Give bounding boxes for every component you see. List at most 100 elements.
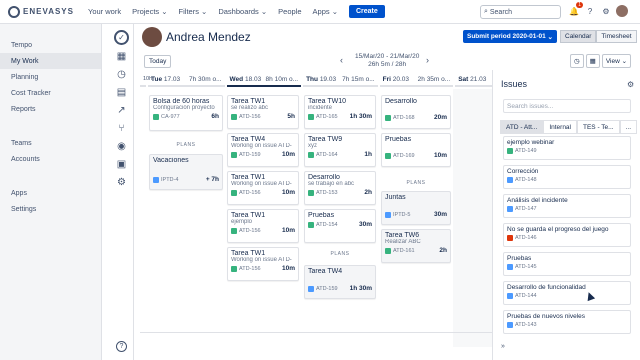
issue-list-item[interactable]: Corrección ATD-148 bbox=[503, 165, 631, 189]
nav-people[interactable]: People bbox=[278, 7, 301, 16]
today-button[interactable]: Today bbox=[144, 55, 172, 68]
worklog-card[interactable]: Desarrollo ATD-168 20m bbox=[381, 95, 451, 129]
sidebar-item-settings[interactable]: Settings bbox=[0, 201, 101, 217]
day-name: Thu bbox=[306, 75, 318, 83]
story-icon bbox=[308, 221, 314, 228]
sidebar-item-cost-tracker[interactable]: Cost Tracker bbox=[0, 85, 101, 101]
notifications-bell-icon[interactable]: 🔔 1 bbox=[568, 2, 583, 17]
issues-settings-gear-icon[interactable]: ⚙ bbox=[627, 80, 634, 89]
sidebar-item-tempo[interactable]: Tempo bbox=[0, 37, 101, 53]
issue-list-item[interactable]: Pruebas ATD-145 bbox=[503, 252, 631, 276]
sidebar-item-reports[interactable]: Reports bbox=[0, 101, 101, 117]
story-icon bbox=[231, 227, 237, 234]
tab-internal[interactable]: Internal bbox=[543, 120, 577, 134]
story-icon bbox=[308, 151, 314, 158]
nav-apps[interactable]: Apps ⌄ bbox=[313, 7, 338, 16]
help-icon[interactable]: ? bbox=[584, 5, 596, 17]
worklog-hours: 30m bbox=[358, 221, 372, 228]
view-dropdown[interactable]: View ⌄ bbox=[601, 54, 632, 68]
worklog-card[interactable]: Tarea TW9 xyz ATD-164 1h bbox=[304, 133, 376, 167]
chart-icon[interactable]: ↗ bbox=[116, 105, 128, 117]
worklog-title: Tarea TW1 bbox=[231, 98, 266, 105]
worklog-card[interactable]: Desarrollo se trabajo en abc ATD-153 2h bbox=[304, 171, 376, 205]
clock-icon[interactable]: ◷ bbox=[116, 69, 128, 81]
issue-list-item[interactable]: Pruebas de nuevos niveles ATD-143 bbox=[503, 310, 631, 334]
period-range: 15/Mar/20 - 21/Mar/20 bbox=[355, 53, 420, 60]
plan-card[interactable]: Tarea TW4 ATD-159 1h 30m bbox=[304, 265, 376, 299]
issue-key: ATD-156 bbox=[239, 227, 261, 234]
calendar-view-button[interactable]: Calendar bbox=[560, 30, 597, 43]
nav-your-work[interactable]: Your work bbox=[88, 7, 121, 16]
prev-week-icon[interactable]: ‹ bbox=[340, 55, 343, 65]
worklog-desc: xyz bbox=[308, 143, 317, 149]
issue-list-item[interactable]: Desarrollo de funcionalidad ATD-144 bbox=[503, 281, 631, 305]
worklog-card[interactable]: Tarea TW4 Working on issue ATD- ATD-159 10m bbox=[227, 133, 299, 167]
issue-list-item[interactable]: No se guarda el progreso del juego ATD-14… bbox=[503, 223, 631, 247]
worklog-card[interactable]: Tarea TW1 Working on issue ATD- ATD-156 10m bbox=[227, 171, 299, 205]
profile-avatar[interactable] bbox=[616, 5, 628, 17]
plan-card[interactable]: Vacaciones IPTD-4 + 7h bbox=[149, 154, 223, 190]
worklog-card[interactable]: Tarea TW1 se realizo abc ATD-156 5h bbox=[227, 95, 299, 129]
top-navigation-bar: ENEVASYS Your work Projects ⌄ Filters ⌄ … bbox=[0, 0, 640, 24]
issue-key: ATD-148 bbox=[515, 177, 537, 183]
worklog-title: Tarea TW10 bbox=[308, 98, 346, 105]
sidebar-item-teams[interactable]: Teams bbox=[0, 135, 101, 151]
worklog-desc: Working on issue ATD- bbox=[231, 143, 292, 149]
report-icon[interactable]: ▤ bbox=[116, 87, 128, 99]
nav-dashboards[interactable]: Dashboards ⌄ bbox=[218, 7, 267, 16]
apps-grid-icon[interactable]: ▣ bbox=[116, 159, 128, 171]
tempo-logo-icon[interactable]: ✓ bbox=[114, 30, 129, 45]
plan-card[interactable]: Tarea TW6 Realizar ABC ATD-161 2h bbox=[381, 229, 451, 263]
tab-more[interactable]: ... bbox=[619, 120, 638, 134]
issues-tabs: ATD - Att... Internal TES - Te... ... bbox=[500, 120, 638, 134]
plan-card[interactable]: Juntas IPTD-5 30m bbox=[381, 191, 451, 225]
worklog-card[interactable]: Pruebas ATD-154 30m bbox=[304, 209, 376, 243]
nav-filters[interactable]: Filters ⌄ bbox=[179, 7, 208, 16]
day-name: Tue bbox=[151, 75, 163, 83]
create-button[interactable]: Create bbox=[348, 5, 385, 18]
help-question-icon[interactable]: ? bbox=[116, 341, 127, 352]
issue-key: ATD-147 bbox=[515, 206, 537, 212]
submit-period-button[interactable]: Submit period 2020-01-01 ⌄ bbox=[463, 30, 557, 43]
worklog-title: Tarea TW9 bbox=[308, 136, 343, 143]
worklog-title: Bolsa de 60 horas bbox=[153, 98, 210, 105]
clock-toggle-icon[interactable]: ◷ bbox=[570, 54, 584, 68]
worklog-card[interactable]: Tarea TW1 ejemplo ATD-156 10m bbox=[227, 209, 299, 243]
worklog-card[interactable]: Bolsa de 60 horas Configuración proyecto… bbox=[149, 95, 223, 131]
config-gear-icon[interactable]: ⚙ bbox=[116, 177, 128, 189]
worklog-card[interactable]: Tarea TW1 Working on issue ATD- ATD-156 10m bbox=[227, 247, 299, 281]
workflow-icon[interactable]: ⑂ bbox=[116, 123, 128, 135]
issue-key: ATD-156 bbox=[239, 189, 261, 196]
issue-type-icon bbox=[507, 148, 513, 154]
brand-logo[interactable]: ENEVASYS bbox=[8, 5, 88, 18]
worklog-card[interactable]: Tarea TW10 incidente ATD-165 1h 30m bbox=[304, 95, 376, 129]
settings-gear-icon[interactable]: ⚙ bbox=[600, 5, 612, 17]
timesheet-view-button[interactable]: Timesheet bbox=[596, 30, 637, 43]
grid-toggle-icon[interactable]: ▦ bbox=[585, 54, 600, 68]
task-icon bbox=[308, 285, 314, 292]
worklog-desc: incidente bbox=[308, 105, 333, 111]
issue-list-item[interactable]: ejemplo webinar ATD-149 bbox=[503, 136, 631, 160]
plan-hours: 30m bbox=[433, 211, 447, 218]
collapse-panel-icon[interactable]: » bbox=[501, 343, 505, 350]
worklog-card[interactable]: Pruebas ATD-169 10m bbox=[381, 133, 451, 167]
worklog-desc: se realizo abc bbox=[231, 105, 269, 111]
tab-atd[interactable]: ATD - Att... bbox=[500, 120, 544, 134]
next-week-icon[interactable]: › bbox=[426, 55, 429, 65]
global-search-input[interactable]: ⌕ Search bbox=[480, 5, 561, 19]
nav-projects[interactable]: Projects ⌄ bbox=[132, 7, 167, 16]
issues-panel: Issues ⚙ Search issues... ATD - Att... I… bbox=[492, 70, 640, 360]
sidebar-item-apps[interactable]: Apps bbox=[0, 185, 101, 201]
worklog-hours: 10m bbox=[281, 151, 295, 158]
user-icon[interactable]: ◉ bbox=[116, 141, 128, 153]
sidebar-item-accounts[interactable]: Accounts bbox=[0, 151, 101, 167]
sidebar-item-my-work[interactable]: My Work bbox=[0, 53, 101, 69]
issue-key: ATD-144 bbox=[515, 293, 537, 299]
column-thu: Tarea TW10 incidente ATD-165 1h 30m Tarea T… bbox=[301, 89, 379, 347]
calendar-icon[interactable]: ▦ bbox=[116, 51, 128, 63]
tab-tes[interactable]: TES - Te... bbox=[577, 120, 620, 134]
worklog-title: Tarea TW1 bbox=[231, 174, 266, 181]
issue-list-item[interactable]: Análisis del incidente ATD-147 bbox=[503, 194, 631, 218]
issues-search-input[interactable]: Search issues... bbox=[503, 99, 631, 113]
sidebar-item-planning[interactable]: Planning bbox=[0, 69, 101, 85]
